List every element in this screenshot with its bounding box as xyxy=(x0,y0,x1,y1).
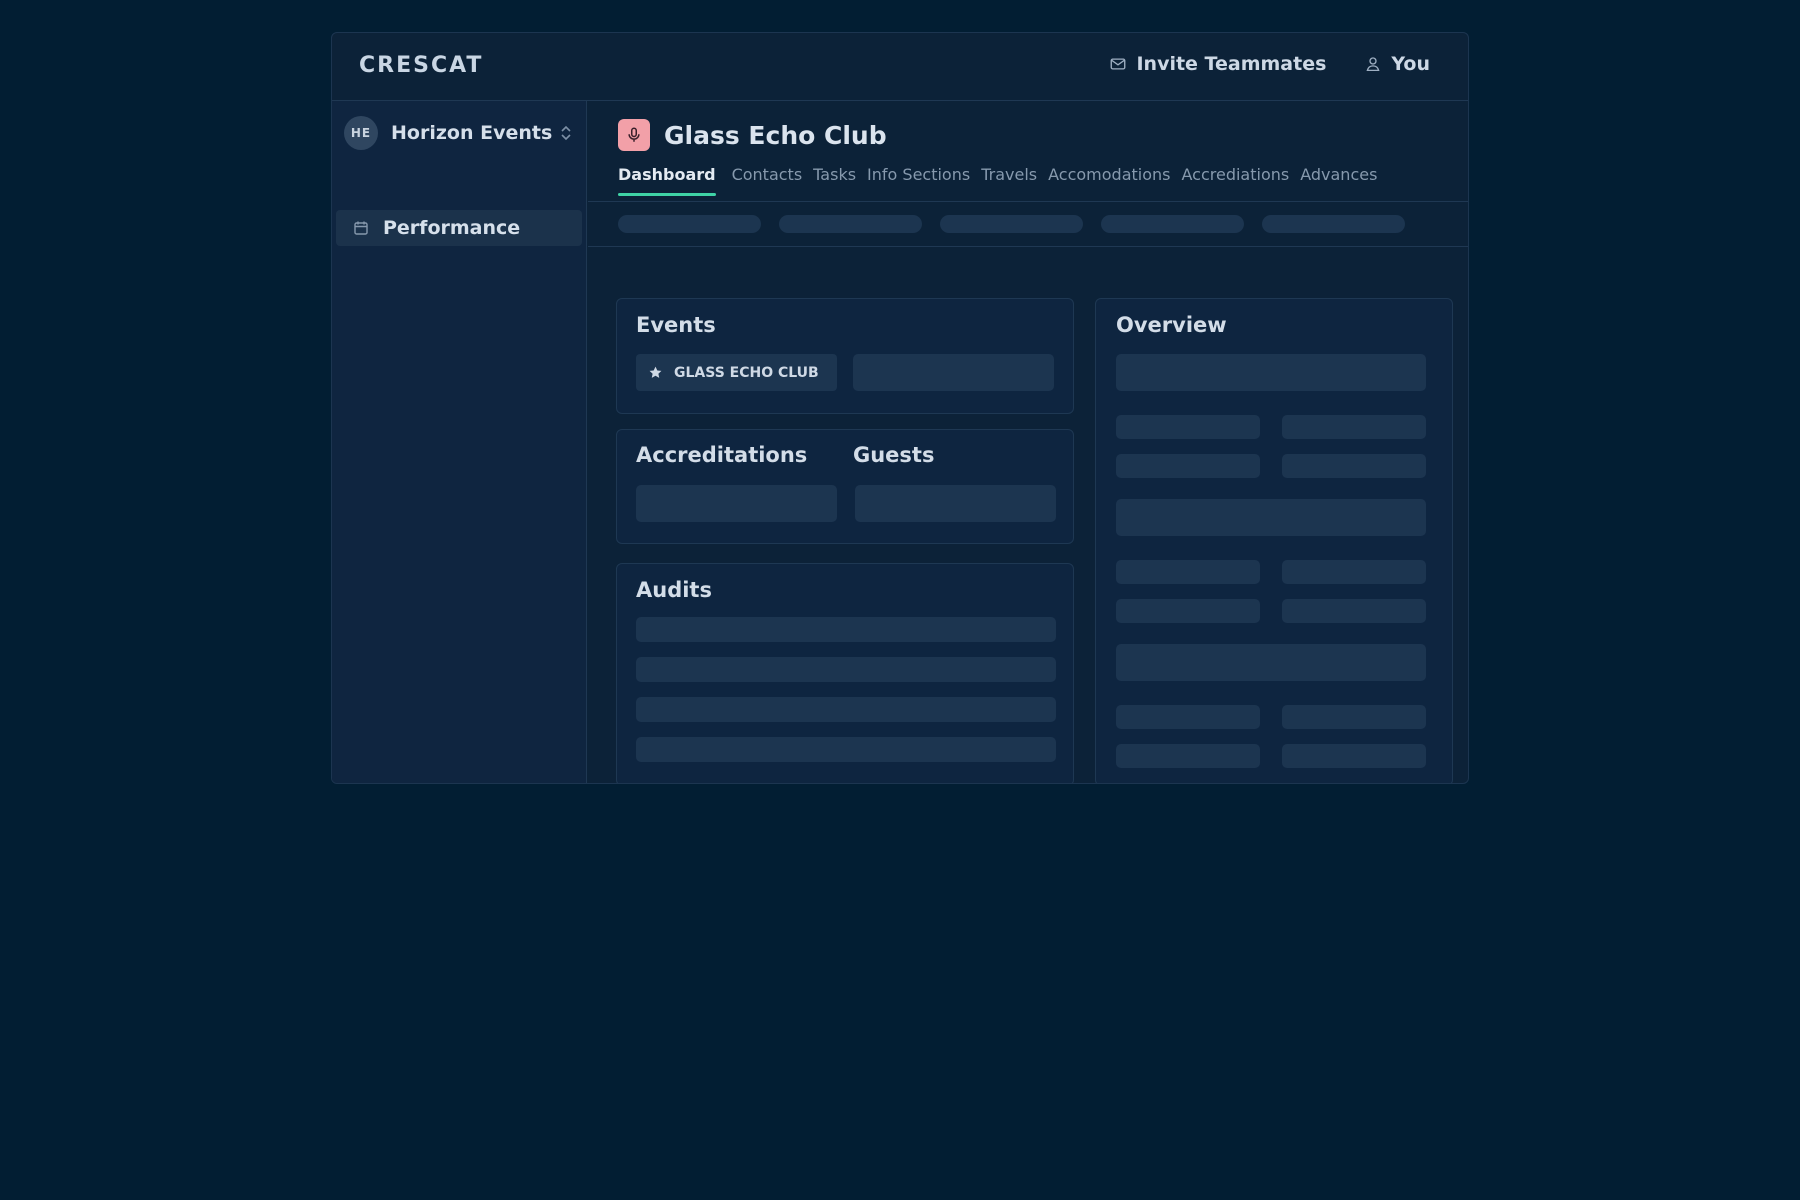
sidebar-item-performance[interactable]: Performance xyxy=(336,210,582,246)
events-card-title: Events xyxy=(636,313,716,337)
event-icon-badge xyxy=(618,119,650,151)
skeleton-block xyxy=(855,485,1056,522)
event-header: Glass Echo Club xyxy=(618,119,887,151)
sidebar-item-label: Performance xyxy=(383,217,521,239)
tab-accomodations[interactable]: Accomodations xyxy=(1048,165,1170,196)
skeleton-field xyxy=(1116,560,1260,584)
tab-tasks[interactable]: Tasks xyxy=(813,165,856,196)
audits-card-title: Audits xyxy=(636,578,712,602)
accreditations-title: Accreditations xyxy=(636,443,808,467)
sidebar: HE Horizon Events Performance xyxy=(332,101,587,783)
skeleton-field xyxy=(1116,744,1260,768)
guests-title: Guests xyxy=(853,443,935,467)
skeleton-block xyxy=(853,354,1054,391)
sub-tab-placeholder-bar xyxy=(618,215,1405,233)
user-icon xyxy=(1366,57,1380,72)
calendar-icon xyxy=(354,221,368,235)
skeleton-block xyxy=(1116,499,1426,536)
mail-icon xyxy=(1111,58,1126,70)
skeleton-pill xyxy=(618,215,761,233)
tabs-divider xyxy=(588,201,1468,202)
tab-bar: Dashboard Contacts Tasks Info Sections T… xyxy=(618,165,1388,196)
workspace-name: Horizon Events xyxy=(391,122,553,144)
overview-card-title: Overview xyxy=(1116,313,1227,337)
skeleton-row xyxy=(636,737,1056,762)
skeleton-pill xyxy=(1101,215,1244,233)
skeleton-field xyxy=(1116,705,1260,729)
star-icon xyxy=(649,366,662,378)
skeleton-field xyxy=(1282,454,1426,478)
skeleton-block xyxy=(1116,354,1426,391)
tab-info-sections[interactable]: Info Sections xyxy=(867,165,970,196)
skeleton-row xyxy=(636,617,1056,642)
overview-card: Overview xyxy=(1095,298,1453,783)
microphone-icon xyxy=(628,127,640,142)
skeleton-pill xyxy=(940,215,1083,233)
tab-contacts[interactable]: Contacts xyxy=(732,165,803,196)
invite-teammates-button[interactable]: Invite Teammates xyxy=(1109,53,1326,75)
page-title: Glass Echo Club xyxy=(664,120,887,150)
tab-advances[interactable]: Advances xyxy=(1300,165,1377,196)
user-menu-button[interactable]: You xyxy=(1364,53,1430,75)
tab-accrediations[interactable]: Accrediations xyxy=(1181,165,1289,196)
skeleton-field xyxy=(1282,705,1426,729)
event-chip-glass-echo-club[interactable]: GLASS ECHO CLUB xyxy=(636,354,837,391)
skeleton-field xyxy=(1116,454,1260,478)
skeleton-block xyxy=(636,485,837,522)
skeleton-field xyxy=(1282,560,1426,584)
skeleton-field xyxy=(1282,599,1426,623)
skeleton-block xyxy=(1116,644,1426,681)
events-card: Events GLASS ECHO CLUB xyxy=(616,298,1074,414)
skeleton-field xyxy=(1282,415,1426,439)
skeleton-row xyxy=(636,697,1056,722)
skeleton-row xyxy=(636,657,1056,682)
workspace-switcher[interactable]: HE Horizon Events xyxy=(344,115,574,151)
main-content: Glass Echo Club Dashboard Contacts Tasks… xyxy=(588,101,1468,783)
chevron-up-down-icon xyxy=(561,125,571,141)
tab-dashboard[interactable]: Dashboard xyxy=(618,165,716,196)
tab-travels[interactable]: Travels xyxy=(981,165,1037,196)
skeleton-pill xyxy=(779,215,922,233)
event-chip-label: GLASS ECHO CLUB xyxy=(674,364,819,381)
subbar-divider xyxy=(588,246,1468,247)
invite-teammates-label: Invite Teammates xyxy=(1136,53,1327,75)
top-actions: Invite Teammates You xyxy=(1109,53,1430,75)
skeleton-field xyxy=(1116,599,1260,623)
brand-logo[interactable]: CRESCAT xyxy=(359,53,483,78)
user-label: You xyxy=(1391,53,1430,75)
skeleton-field xyxy=(1116,415,1260,439)
skeleton-pill xyxy=(1262,215,1405,233)
accreditations-guests-card: Accreditations Guests xyxy=(616,429,1074,544)
audits-card: Audits xyxy=(616,563,1074,783)
workspace-avatar: HE xyxy=(344,116,378,150)
app-window: CRESCAT Invite Teammates You HE Horizon … xyxy=(331,32,1469,784)
skeleton-field xyxy=(1282,744,1426,768)
top-bar: CRESCAT Invite Teammates You xyxy=(332,33,1468,101)
